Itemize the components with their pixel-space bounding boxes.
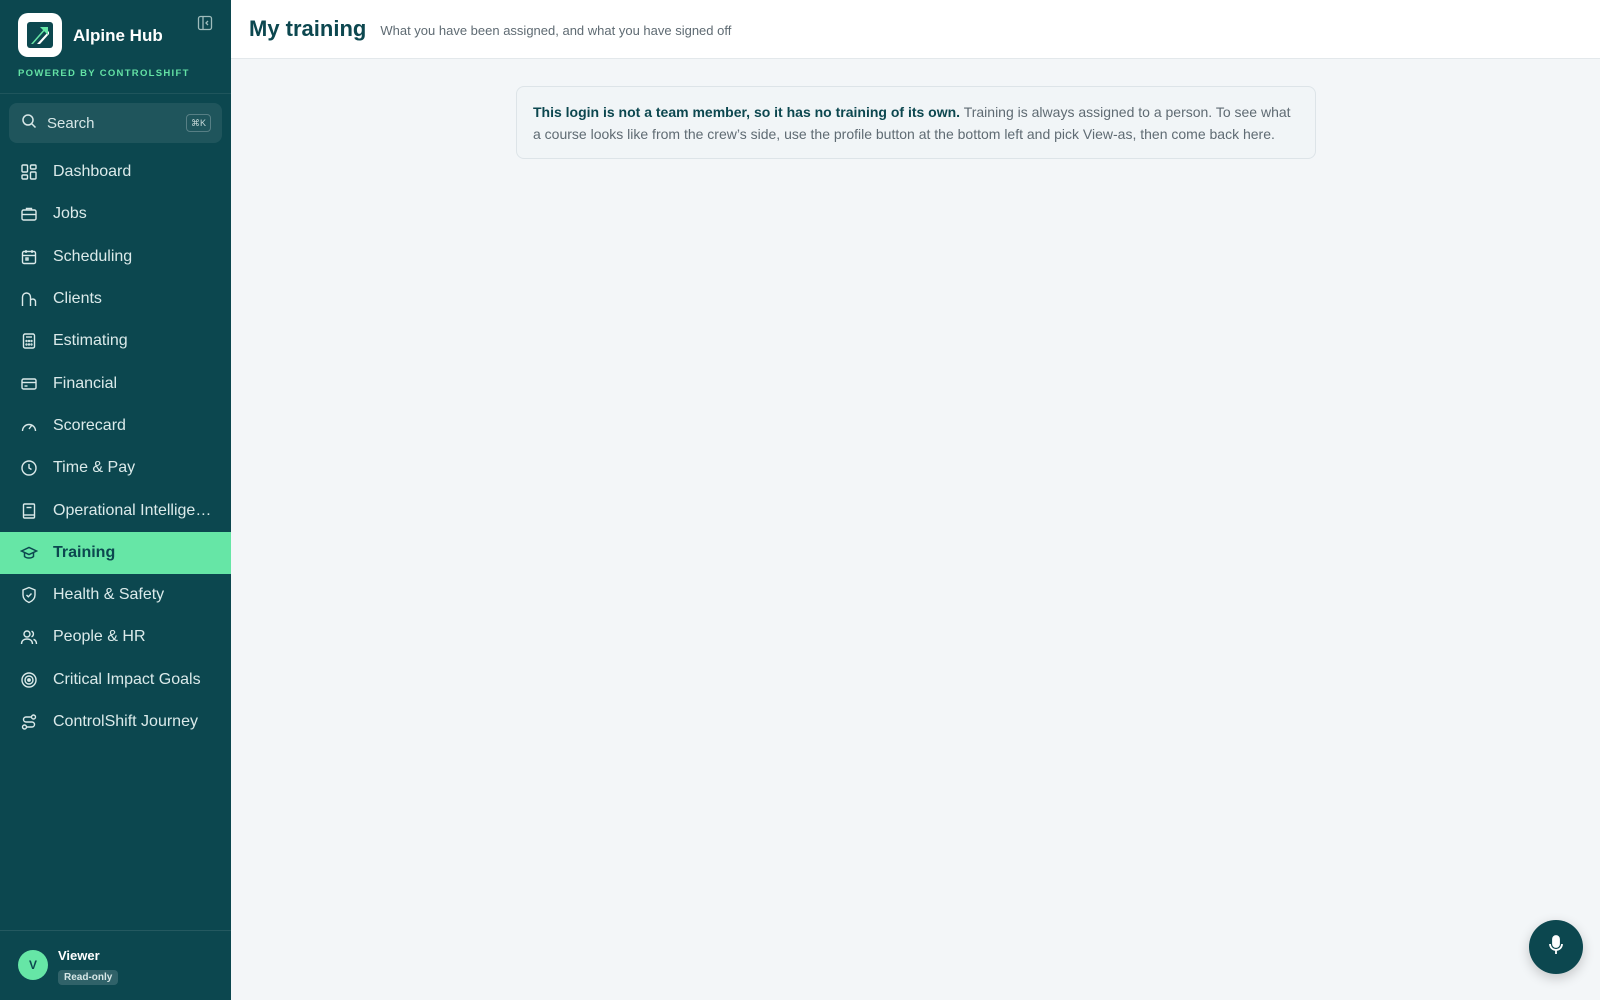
sidebar-item-jobs[interactable]: Jobs	[0, 193, 231, 235]
sidebar-collapse-icon[interactable]	[197, 15, 215, 33]
search-label: Search	[47, 114, 95, 132]
role-badge: Read-only	[58, 970, 119, 985]
info-notice: This login is not a team member, so it h…	[516, 86, 1316, 159]
book-icon	[20, 502, 38, 520]
sidebar-item-label: Health & Safety	[53, 586, 165, 604]
graduation-cap-icon	[20, 544, 38, 562]
sidebar-item-label: Time & Pay	[53, 459, 136, 477]
sidebar-item-label: Training	[53, 543, 116, 561]
sidebar-item-clients[interactable]: Clients	[0, 278, 231, 320]
dashboard-icon	[20, 163, 38, 181]
sidebar-item-estimating[interactable]: Estimating	[0, 320, 231, 362]
sidebar-item-label: People & HR	[53, 628, 146, 646]
sidebar-item-time-pay[interactable]: Time & Pay	[0, 447, 231, 489]
briefcase-icon	[20, 205, 38, 223]
page-header: My training What you have been assigned,…	[231, 0, 1600, 59]
shield-icon	[20, 586, 38, 604]
user-name: Viewer	[58, 948, 100, 963]
calculator-icon	[20, 332, 38, 350]
sidebar-item-label: Estimating	[53, 332, 128, 350]
sidebar-item-people-hr[interactable]: People & HR	[0, 616, 231, 658]
voice-assistant-button[interactable]	[1529, 920, 1583, 974]
sidebar-item-label: Scorecard	[53, 416, 126, 434]
search-icon	[21, 113, 37, 134]
sidebar-item-scheduling[interactable]: Scheduling	[0, 236, 231, 278]
sidebar-item-label: Scheduling	[53, 247, 133, 265]
sidebar-item-label: Operational Intellige…	[53, 501, 212, 519]
avatar: V	[18, 950, 48, 980]
sidebar: Alpine Hub POWERED BY CONTROLSHIFT Searc…	[0, 0, 231, 1000]
sidebar-item-label: Dashboard	[53, 163, 132, 181]
search-box[interactable]: Search ⌘K	[9, 103, 222, 143]
sidebar-item-label: Critical Impact Goals	[53, 670, 201, 688]
brand-header: Alpine Hub POWERED BY CONTROLSHIFT	[0, 0, 231, 94]
gauge-icon	[20, 417, 38, 435]
sidebar-item-label: Clients	[53, 290, 102, 308]
sidebar-item-scorecard[interactable]: Scorecard	[0, 405, 231, 447]
sidebar-item-label: Jobs	[53, 205, 87, 223]
sidebar-item-dashboard[interactable]: Dashboard	[0, 151, 231, 193]
sidebar-item-training[interactable]: Training	[0, 531, 231, 574]
users-icon	[20, 628, 38, 646]
notice-heading: This login is not a team member, so it h…	[533, 104, 961, 120]
sidebar-item-health-safety[interactable]: Health & Safety	[0, 574, 231, 616]
clock-icon	[20, 459, 38, 477]
route-icon	[20, 713, 38, 731]
sidebar-item-controlshift-journey[interactable]: ControlShift Journey	[0, 701, 231, 743]
sidebar-item-financial[interactable]: Financial	[0, 362, 231, 404]
microphone-icon	[1545, 934, 1567, 961]
wallet-icon	[20, 375, 38, 393]
target-icon	[20, 671, 38, 689]
sidebar-item-label: Financial	[53, 374, 118, 392]
search-shortcut: ⌘K	[185, 114, 211, 132]
sidebar-item-label: ControlShift Journey	[53, 713, 198, 730]
sidebar-nav: Dashboard Jobs Scheduling Clients Estima…	[0, 151, 231, 743]
powered-by-label: POWERED BY CONTROLSHIFT	[18, 68, 190, 79]
clients-icon	[20, 290, 38, 308]
page-title: My training	[249, 16, 367, 41]
page-subtitle: What you have been assigned, and what yo…	[380, 23, 732, 38]
app-logo[interactable]	[18, 13, 62, 57]
app-name: Alpine Hub	[73, 26, 163, 45]
sidebar-item-critical-impact-goals[interactable]: Critical Impact Goals	[0, 659, 231, 701]
sidebar-item-operational-intelligence[interactable]: Operational Intellige…	[0, 489, 231, 531]
calendar-icon	[20, 248, 38, 266]
profile-button[interactable]: V Viewer Read-only	[0, 930, 231, 1000]
